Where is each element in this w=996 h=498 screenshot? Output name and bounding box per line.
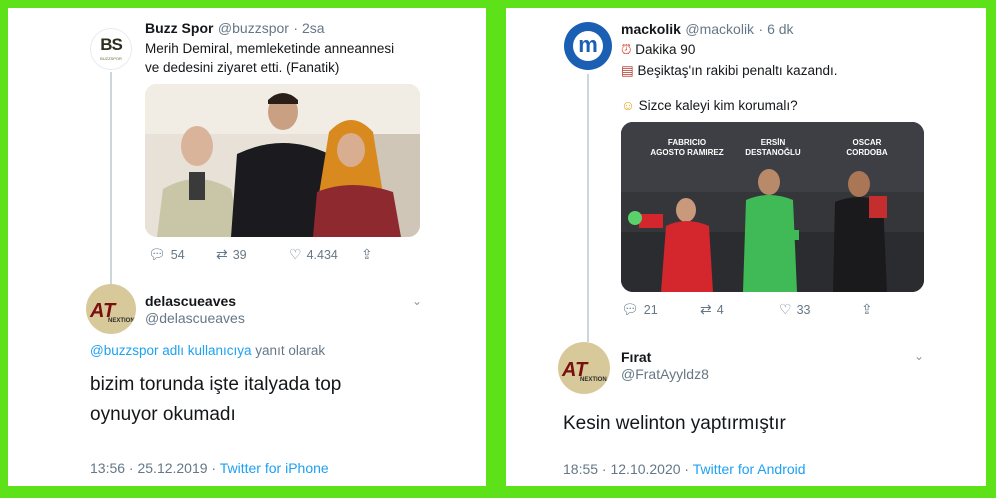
tweet-text-line-1: ⏰︎ Dakika 90 [621, 42, 696, 57]
reply-author-handle[interactable]: @FratAyyldz8 [621, 366, 709, 382]
avatar-logo-sub: NEXTION [108, 318, 135, 324]
share-icon: ⇪ [861, 301, 873, 317]
player-2-label: ERSİN DESTANOĞLU [745, 138, 801, 157]
delascueaves-avatar[interactable]: AT NEXTION [86, 284, 136, 334]
reply-timestamp[interactable]: 18:55 · 12.10.2020 · [563, 461, 693, 477]
reply-text-line-1: bizim torunda işte italyada top [90, 374, 342, 395]
reply-text-line-2: oynuyor okumadı [90, 404, 236, 425]
reply-meta: 13:56 · 25.12.2019 · Twitter for iPhone [90, 460, 329, 476]
retweet-icon: ⇄ [216, 246, 228, 262]
retweet-count: 4 [716, 302, 724, 317]
reply-meta: 18:55 · 12.10.2020 · Twitter for Android [563, 461, 806, 477]
reply-author-name[interactable]: delascueaves [145, 293, 245, 309]
reply-icon: 💬︎ [148, 246, 166, 262]
chevron-down-icon[interactable]: ⌄ [914, 349, 924, 363]
like-button[interactable]: ♡ 33 [779, 301, 861, 318]
reply-text-line-1: Kesin welinton yaptırmıştır [563, 413, 786, 434]
tweet-time[interactable]: · 6 dk [759, 21, 794, 37]
author-name[interactable]: mackolik [621, 21, 681, 37]
reply-header: Fırat @FratAyyldz8 [621, 349, 709, 382]
replying-to-suffix: yanıt olarak [251, 343, 326, 358]
thread-line [110, 72, 112, 286]
retweet-button[interactable]: ⇄ 39 [216, 246, 289, 263]
share-button[interactable]: ⇪ [361, 246, 378, 263]
tweet-header: Buzz Spor @buzzspor · 2sa [145, 20, 325, 38]
reply-author-name[interactable]: Fırat [621, 349, 709, 365]
reply-button[interactable]: 💬︎ 21 [621, 301, 700, 318]
tweet-actions: 💬︎ 54 ⇄ 39 ♡ 4.434 ⇪ [148, 246, 378, 263]
author-handle[interactable]: @mackolik [685, 21, 754, 37]
avatar-logo-sub: NEXTION [580, 377, 607, 383]
tweet-text-line-3: ☺︎ Sizce kaleyi kim korumalı? [621, 98, 798, 113]
tweet-screenshot-left: BS BUZZSPOR Buzz Spor @buzzspor · 2sa Me… [8, 8, 486, 486]
goal-net-icon: ▤ [621, 63, 634, 78]
author-handle[interactable]: @buzzspor [218, 20, 289, 36]
mackolik-logo: m [573, 31, 603, 61]
share-icon: ⇪ [361, 246, 373, 262]
heart-icon: ♡ [289, 246, 302, 262]
reply-button[interactable]: 💬︎ 54 [148, 246, 216, 263]
retweet-button[interactable]: ⇄ 4 [700, 301, 779, 318]
tweet-screenshot-right: m mackolik @mackolik · 6 dk ⏰︎ Dakika 90… [506, 8, 986, 486]
heart-icon: ♡ [779, 301, 792, 317]
reply-count: 21 [643, 302, 658, 317]
tweet-header: mackolik @mackolik · 6 dk [621, 21, 794, 39]
mackolik-avatar[interactable]: m [564, 22, 612, 70]
thread-line [587, 74, 589, 342]
tweet-time[interactable]: · 2sa [293, 20, 324, 36]
retweet-count: 39 [232, 247, 247, 262]
tweet-text-line-1: Merih Demiral, memleketinde anneannesi [145, 41, 395, 56]
tweet-text-line-2: ▤ Beşiktaş'ın rakibi penaltı kazandı. [621, 63, 838, 78]
reply-count: 54 [170, 247, 185, 262]
player-1-label: FABRICIO AGOSTO RAMIREZ [650, 138, 724, 157]
reply-author-handle[interactable]: @delascueaves [145, 310, 245, 326]
reply-icon: 💬︎ [621, 301, 639, 317]
buzzspor-logo: BS [100, 35, 123, 54]
buzzspor-avatar[interactable]: BS BUZZSPOR [90, 28, 132, 70]
tweet-photo[interactable] [145, 84, 420, 237]
retweet-icon: ⇄ [700, 301, 712, 317]
reply-source-link[interactable]: Twitter for Android [693, 461, 806, 477]
player-3-label: OSCAR CORDOBA [846, 138, 888, 157]
like-count: 33 [796, 302, 811, 317]
alarm-clock-icon: ⏰︎ [621, 42, 632, 57]
like-count: 4.434 [306, 247, 338, 262]
replying-to-user-link[interactable]: @buzzspor adlı kullanıcıya [90, 343, 252, 358]
chevron-down-icon[interactable]: ⌄ [412, 294, 422, 308]
share-button[interactable]: ⇪ [861, 301, 878, 318]
tweet-photo[interactable]: FABRICIO AGOSTO RAMIREZ ERSİN DESTANOĞLU… [621, 122, 924, 292]
reply-source-link[interactable]: Twitter for iPhone [220, 460, 329, 476]
replying-to: @buzzspor adlı kullanıcıya yanıt olarak [90, 343, 325, 358]
thinking-face-icon: ☺︎ [621, 98, 635, 113]
tweet-actions: 💬︎ 21 ⇄ 4 ♡ 33 ⇪ [621, 301, 878, 318]
family-photo-illustration [145, 84, 420, 237]
like-button[interactable]: ♡ 4.434 [289, 246, 361, 263]
firat-avatar[interactable]: AT NEXTION [558, 342, 610, 394]
buzzspor-logo-sub: BUZZSPOR [100, 56, 122, 61]
reply-header: delascueaves @delascueaves [145, 293, 245, 326]
reply-timestamp[interactable]: 13:56 · 25.12.2019 · [90, 460, 220, 476]
tweet-text-line-2: ve dedesini ziyaret etti. (Fanatik) [145, 60, 340, 75]
author-name[interactable]: Buzz Spor [145, 20, 213, 36]
mackolik-logo-letter: m [578, 32, 598, 57]
